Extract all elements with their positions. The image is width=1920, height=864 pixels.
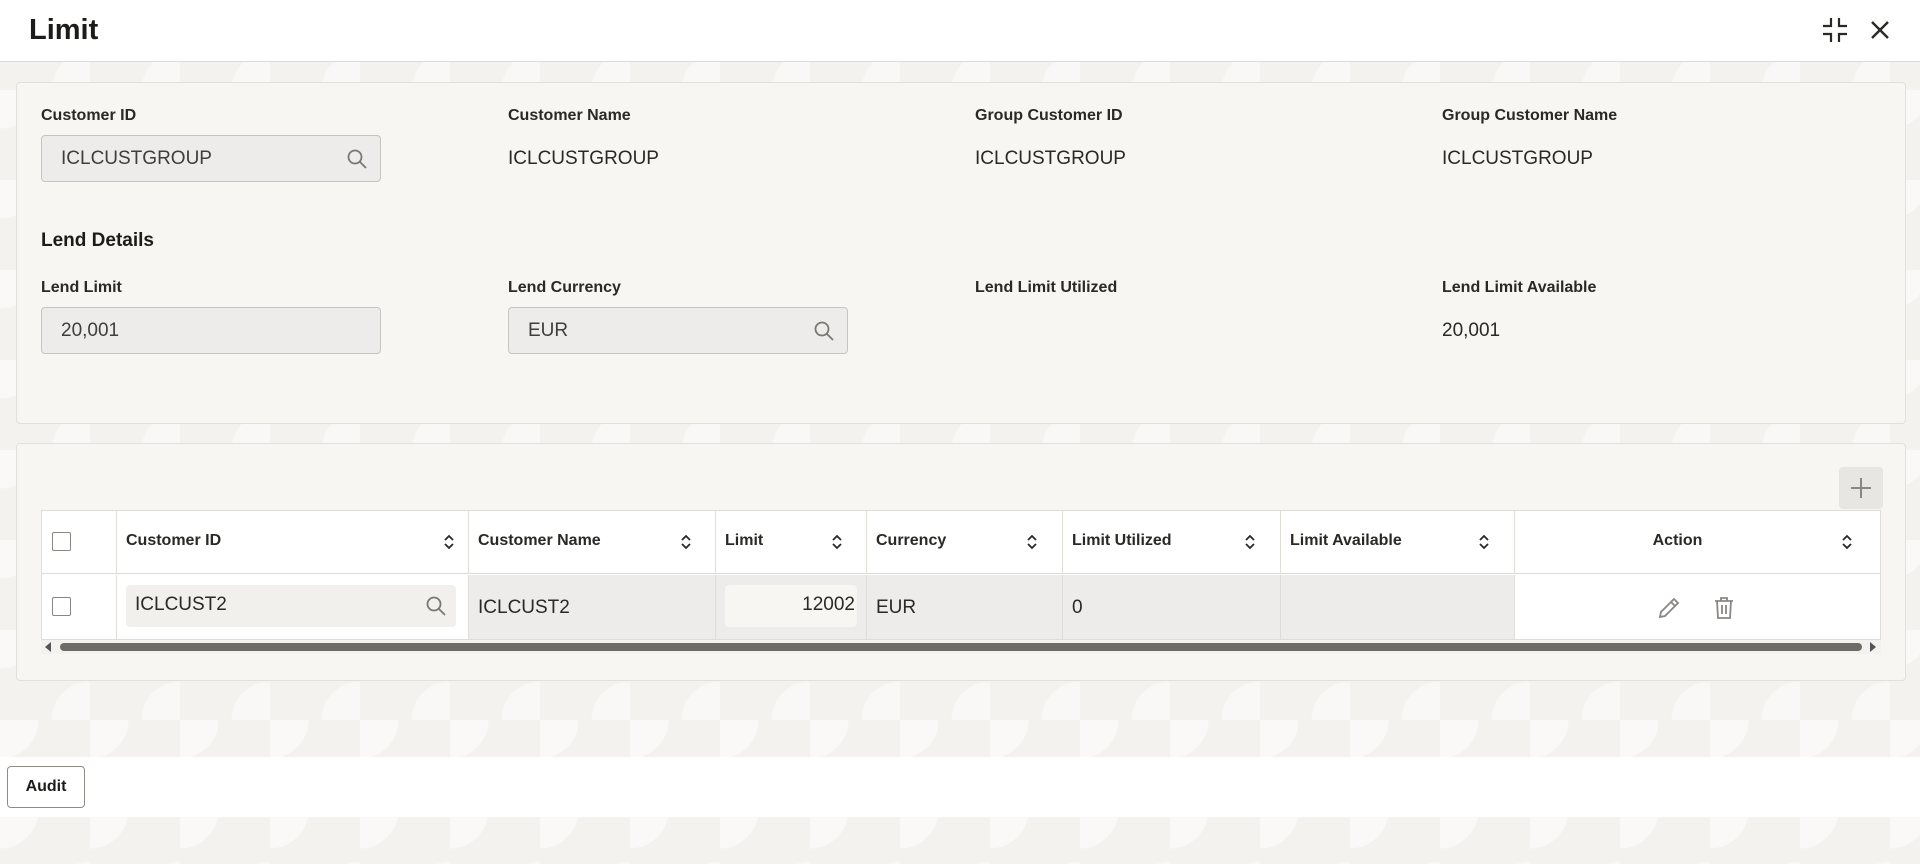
col-header-action[interactable]: Action xyxy=(1514,511,1880,573)
group-customer-name-label: Group Customer Name xyxy=(1442,107,1618,124)
lend-limit-field[interactable]: 20,001 xyxy=(41,307,381,354)
col-header-label: Limit Utilized xyxy=(1072,532,1172,549)
group-customer-id-label: Group Customer ID xyxy=(975,107,1123,124)
col-header-label: Currency xyxy=(876,532,947,549)
sort-icon[interactable] xyxy=(442,533,456,551)
lend-limit-utilized-label: Lend Limit Utilized xyxy=(975,279,1118,296)
lend-limit-available-value: 20,001 xyxy=(1442,320,1501,341)
lend-details-title: Lend Details xyxy=(41,230,154,251)
cell-limit-utilized: 0 xyxy=(1062,575,1280,639)
col-header-customer-id[interactable]: Customer ID xyxy=(116,511,468,573)
dialog-header: Limit xyxy=(0,0,1920,62)
customer-name-label: Customer Name xyxy=(508,107,631,124)
col-header-limit-available[interactable]: Limit Available xyxy=(1280,511,1514,573)
search-icon[interactable] xyxy=(813,320,835,342)
lend-limit-available-label: Lend Limit Available xyxy=(1442,279,1597,296)
customer-limits-table: Customer ID Customer Name Limit Currency… xyxy=(41,510,1881,640)
add-row-button[interactable] xyxy=(1839,467,1883,509)
col-header-limit[interactable]: Limit xyxy=(715,511,866,573)
table-row: ICLCUST2 ICLCUST2 12002 EUR 0 xyxy=(42,575,1880,639)
delete-icon[interactable] xyxy=(1711,595,1737,621)
audit-button[interactable]: Audit xyxy=(7,766,85,808)
horizontal-scrollbar[interactable] xyxy=(41,640,1881,654)
customer-name-text: ICLCUST2 xyxy=(478,597,570,618)
col-header-label: Customer Name xyxy=(478,532,601,549)
limit-input[interactable]: 12002 xyxy=(725,585,857,627)
sort-icon[interactable] xyxy=(1243,533,1257,551)
limit-text: 12002 xyxy=(802,594,855,615)
col-header-currency[interactable]: Currency xyxy=(866,511,1062,573)
limit-utilized-text: 0 xyxy=(1072,597,1083,618)
customer-id-value: ICLCUSTGROUP xyxy=(61,148,212,169)
scroll-left-icon[interactable] xyxy=(45,642,51,652)
cell-limit-available xyxy=(1280,575,1514,639)
customer-id-input[interactable]: ICLCUST2 xyxy=(126,585,456,627)
cell-currency: EUR xyxy=(866,575,1062,639)
lend-currency-field[interactable]: EUR xyxy=(508,307,848,354)
lend-currency-value: EUR xyxy=(528,320,569,341)
customer-id-text: ICLCUST2 xyxy=(135,594,227,615)
cell-customer-name: ICLCUST2 xyxy=(468,575,715,639)
lend-currency-label: Lend Currency xyxy=(508,279,621,296)
select-all-checkbox[interactable] xyxy=(52,532,71,551)
col-header-label: Customer ID xyxy=(126,532,222,549)
group-customer-id-value: ICLCUSTGROUP xyxy=(975,148,1126,169)
scroll-thumb[interactable] xyxy=(60,643,1862,651)
sort-icon[interactable] xyxy=(1025,533,1039,551)
col-header-label: Action xyxy=(1652,532,1703,549)
edit-icon[interactable] xyxy=(1656,595,1682,621)
page-title: Limit xyxy=(29,14,99,46)
plus-icon xyxy=(1851,478,1871,498)
sort-icon[interactable] xyxy=(1840,533,1854,551)
customer-id-label: Customer ID xyxy=(41,107,137,124)
row-select-cell xyxy=(42,575,116,639)
scroll-right-icon[interactable] xyxy=(1870,642,1876,652)
search-icon[interactable] xyxy=(346,148,368,170)
lend-limit-label: Lend Limit xyxy=(41,279,122,296)
currency-text: EUR xyxy=(876,597,917,618)
col-header-label: Limit xyxy=(725,532,764,549)
select-all-cell xyxy=(42,511,116,573)
lend-limit-value: 20,001 xyxy=(61,320,120,341)
cell-limit: 12002 xyxy=(715,575,866,639)
customer-id-field[interactable]: ICLCUSTGROUP xyxy=(41,135,381,182)
col-header-limit-utilized[interactable]: Limit Utilized xyxy=(1062,511,1280,573)
dialog-footer xyxy=(0,757,1920,817)
cell-customer-id: ICLCUST2 xyxy=(116,575,468,639)
collapse-icon[interactable] xyxy=(1820,15,1850,45)
cell-action xyxy=(1514,575,1880,639)
sort-icon[interactable] xyxy=(830,533,844,551)
customer-details-panel xyxy=(16,82,1906,424)
sort-icon[interactable] xyxy=(679,533,693,551)
col-header-customer-name[interactable]: Customer Name xyxy=(468,511,715,573)
customer-name-value: ICLCUSTGROUP xyxy=(508,148,659,169)
sort-icon[interactable] xyxy=(1477,533,1491,551)
table-header-row: Customer ID Customer Name Limit Currency… xyxy=(42,511,1880,574)
group-customer-name-value: ICLCUSTGROUP xyxy=(1442,148,1593,169)
search-icon[interactable] xyxy=(425,595,447,617)
close-icon[interactable] xyxy=(1865,15,1895,45)
row-checkbox[interactable] xyxy=(52,597,71,616)
col-header-label: Limit Available xyxy=(1290,532,1402,549)
